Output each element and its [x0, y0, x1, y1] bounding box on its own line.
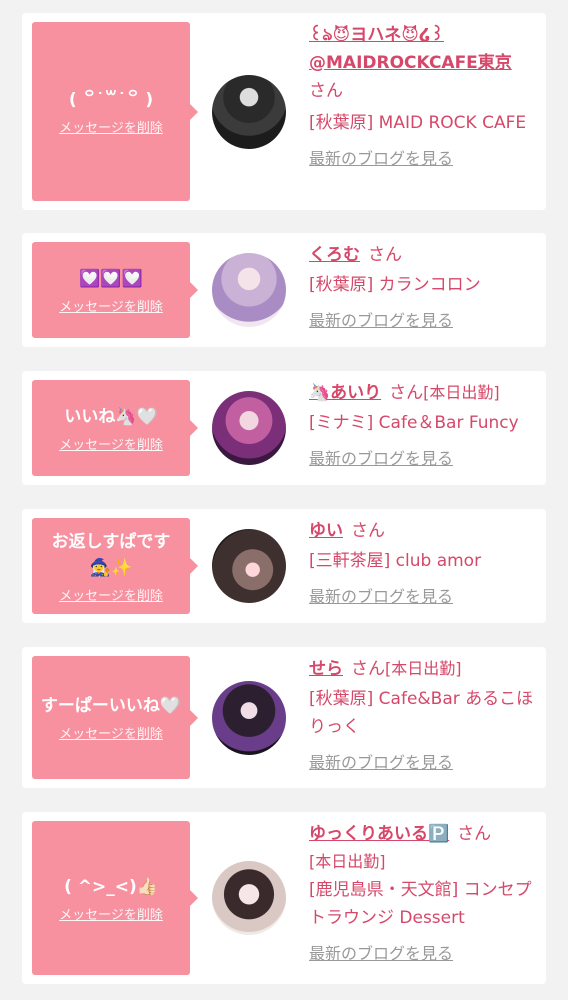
delete-message-link[interactable]: メッセージを削除: [59, 585, 163, 604]
shop-name: [ミナミ] Cafe＆Bar Funcy: [309, 413, 519, 433]
avatar[interactable]: [212, 681, 286, 755]
delete-message-link[interactable]: メッセージを削除: [59, 117, 163, 136]
message-text: すーぱーいいね🤍: [40, 696, 182, 716]
honorific: さん: [309, 81, 343, 101]
shop-name: [鹿児島県・天文館] コンセプトラウンジ Dessert: [309, 880, 532, 928]
user-info: 🦄あいり さん[本日出勤] [ミナミ] Cafe＆Bar Funcy 最新のブログ…: [309, 379, 541, 473]
message-bubble: お返しすぱです🧙‍♀️✨ メッセージを削除: [32, 518, 198, 614]
message-text: 💟💟💟: [79, 268, 143, 289]
user-info: せら さん[本日出勤] [秋葉原] Cafe&Bar あるこほりっく 最新のブログ…: [309, 655, 541, 777]
shop-name: [秋葉原] MAID ROCK CAFE: [309, 113, 527, 133]
avatar[interactable]: [212, 253, 286, 327]
latest-blog-link[interactable]: 最新のブログを見る: [309, 583, 453, 611]
honorific: さん: [368, 245, 402, 265]
message-card: いいね🦄🤍 メッセージを削除 🦄あいり さん[本日出勤] [ミナミ] Cafe＆B…: [22, 371, 546, 485]
message-bubble: ( ^>_<)👍🏻 メッセージを削除: [32, 821, 198, 975]
user-name-link[interactable]: せら: [309, 659, 343, 679]
user-info: くろむ さん [秋葉原] カランコロン 最新のブログを見る: [309, 241, 541, 335]
delete-message-link[interactable]: メッセージを削除: [59, 296, 163, 315]
message-bubble: いいね🦄🤍 メッセージを削除: [32, 380, 198, 476]
avatar[interactable]: [212, 391, 286, 465]
honorific: さん: [351, 659, 385, 679]
message-bubble: すーぱーいいね🤍 メッセージを削除: [32, 656, 198, 779]
honorific: さん: [457, 824, 492, 844]
message-card: すーぱーいいね🤍 メッセージを削除 せら さん[本日出勤] [秋葉原] Cafe&…: [22, 647, 546, 788]
user-name-link[interactable]: ゆっくりあいる🅿️: [309, 824, 449, 844]
latest-blog-link[interactable]: 最新のブログを見る: [309, 307, 453, 335]
message-card: お返しすぱです🧙‍♀️✨ メッセージを削除 ゆい さん [三軒茶屋] club a…: [22, 509, 546, 623]
user-info: ゆい さん [三軒茶屋] club amor 最新のブログを見る: [309, 517, 541, 611]
delete-message-link[interactable]: メッセージを削除: [59, 904, 163, 923]
status-badge: [本日出勤]: [423, 383, 500, 402]
latest-blog-link[interactable]: 最新のブログを見る: [309, 145, 453, 173]
message-card: ( ꒪˙꒳˙꒪ ) メッセージを削除 ꒰ঌ😈ヨハネ😈໒꒱ @MAIDROCKCA…: [22, 13, 546, 210]
message-card: ( ^>_<)👍🏻 メッセージを削除 ゆっくりあいる🅿️ さん [本日出勤] [鹿…: [22, 812, 546, 984]
honorific: さん: [389, 383, 424, 403]
user-name-link[interactable]: くろむ: [309, 245, 360, 265]
status-badge: [本日出勤]: [309, 852, 386, 871]
delete-message-link[interactable]: メッセージを削除: [59, 723, 163, 742]
message-text: いいね🦄🤍: [64, 406, 158, 427]
user-name-link[interactable]: ゆい: [309, 521, 343, 541]
user-info: ゆっくりあいる🅿️ さん [本日出勤] [鹿児島県・天文館] コンセプトラウンジ …: [309, 820, 541, 968]
latest-blog-link[interactable]: 最新のブログを見る: [309, 940, 453, 968]
user-info: ꒰ঌ😈ヨハネ😈໒꒱ @MAIDROCKCAFE東京 さん [秋葉原] MAID …: [309, 21, 541, 173]
message-bubble: ( ꒪˙꒳˙꒪ ) メッセージを削除: [32, 22, 198, 201]
shop-name: [秋葉原] カランコロン: [309, 275, 481, 295]
latest-blog-link[interactable]: 最新のブログを見る: [309, 445, 453, 473]
avatar[interactable]: [212, 529, 286, 603]
message-text: ( ꒪˙꒳˙꒪ ): [68, 90, 154, 110]
delete-message-link[interactable]: メッセージを削除: [59, 434, 163, 453]
message-list: ( ꒪˙꒳˙꒪ ) メッセージを削除 ꒰ঌ😈ヨハネ😈໒꒱ @MAIDROCKCA…: [0, 0, 568, 1000]
message-bubble: 💟💟💟 メッセージを削除: [32, 242, 198, 338]
user-name-link[interactable]: 🦄あいり: [309, 383, 381, 403]
shop-name: [秋葉原] Cafe&Bar あるこほりっく: [309, 689, 534, 737]
message-text: お返しすぱです🧙‍♀️✨: [51, 531, 171, 578]
status-badge: [本日出勤]: [385, 659, 462, 678]
honorific: さん: [351, 521, 385, 541]
latest-blog-link[interactable]: 最新のブログを見る: [309, 749, 453, 777]
user-name-link[interactable]: ꒰ঌ😈ヨハネ😈໒꒱ @MAIDROCKCAFE東京: [309, 25, 512, 73]
avatar[interactable]: [212, 75, 286, 149]
message-text: ( ^>_<)👍🏻: [64, 876, 158, 897]
avatar[interactable]: [212, 861, 286, 935]
message-card: 💟💟💟 メッセージを削除 くろむ さん [秋葉原] カランコロン 最新のブログを見…: [22, 233, 546, 347]
shop-name: [三軒茶屋] club amor: [309, 551, 482, 571]
